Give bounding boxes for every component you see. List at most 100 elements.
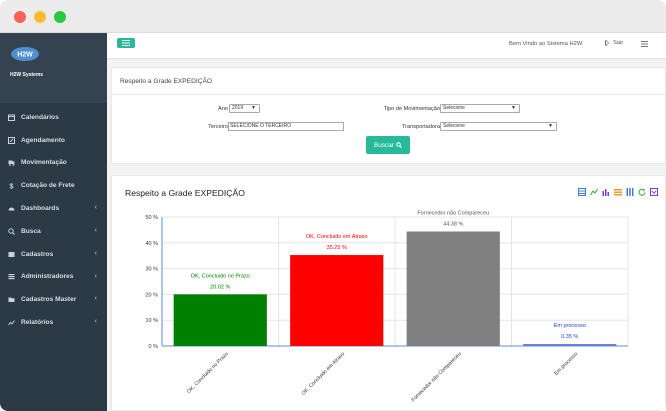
y-tick-label: 40 %	[145, 241, 158, 247]
chevron-down-icon: ▼	[251, 105, 256, 111]
sidebar-item-6[interactable]: Cadastros ‹	[0, 243, 107, 266]
buscar-button[interactable]: Buscar	[366, 136, 410, 154]
sidebar-item-label: Movimentação	[21, 159, 67, 167]
ano-select[interactable]: 2019 ▼	[229, 104, 260, 113]
data-label-value: 20.02 %	[210, 284, 230, 290]
truck-icon	[8, 160, 15, 167]
tipo-movimentacao-label: Tipo de Movimentação	[383, 106, 440, 112]
chevron-left-icon: ‹	[94, 249, 97, 257]
sidebar-item-7[interactable]: Administradores ‹	[0, 266, 107, 289]
y-tick-label: 50 %	[145, 215, 158, 221]
folder-icon	[8, 297, 15, 303]
terceiro-input[interactable]: SELECIONE O TERCEIRO	[228, 122, 344, 131]
transportadora-value: Selecione	[443, 123, 465, 129]
h2w-logo-icon: H2W	[11, 47, 39, 61]
filter-panel: Respeito a Grade EXPEDIÇÃO Ano 2019 ▼ Tip…	[111, 67, 666, 164]
terceiro-label: Terceiro	[208, 124, 228, 130]
bar	[173, 294, 267, 346]
menu-toggle-button[interactable]	[117, 38, 135, 48]
settings-icon[interactable]	[641, 41, 648, 47]
window-titlebar	[0, 0, 666, 33]
y-tick-label: 20 %	[145, 292, 158, 298]
dashboard-icon	[8, 207, 15, 211]
sidebar-item-2[interactable]: Movimentação	[0, 152, 107, 175]
sidebar-item-label: Cadastros Master	[21, 296, 77, 304]
sidebar-item-label: Relatórios	[21, 319, 54, 327]
minimize-window-button[interactable]	[34, 11, 46, 23]
tipo-movimentacao-value: Selecione	[443, 105, 465, 111]
svg-text:$: $	[10, 184, 14, 190]
y-tick-label: 10 %	[145, 318, 158, 324]
chevron-left-icon: ‹	[94, 204, 97, 212]
y-tick-label: 30 %	[145, 267, 158, 273]
app-window: H2W H2W Systems Calendários Agendamento Mo…	[0, 0, 666, 411]
search-icon	[396, 142, 402, 148]
sidebar-menu: Calendários Agendamento Movimentação $ Cotaç…	[0, 106, 107, 334]
bar	[523, 344, 617, 346]
chart-panel: Respeito a Grade EXPEDIÇÃO 0 % 10 % 20 % 30…	[111, 175, 666, 411]
data-label-name: OK, Concluido no Prazo	[191, 273, 250, 279]
sidebar-item-0[interactable]: Calendários	[0, 106, 107, 129]
x-tick-label: OK, Concluido no Prazo	[186, 351, 230, 395]
sidebar-item-1[interactable]: Agendamento	[0, 129, 107, 152]
sidebar-item-3[interactable]: $ Cotação de Frete	[0, 174, 107, 197]
x-tick-label: Fornecedor não Compareceu	[411, 351, 463, 403]
transportadora-select[interactable]: Selecione ▼	[440, 122, 557, 131]
chevron-left-icon: ‹	[94, 318, 97, 326]
divider	[112, 94, 666, 95]
bar	[406, 231, 500, 346]
data-label-value: 44.38 %	[443, 221, 463, 227]
data-label-value: 0.35 %	[561, 334, 578, 340]
search-icon	[8, 228, 15, 235]
menu-icon	[122, 40, 130, 46]
sidebar-item-5[interactable]: Busca ‹	[0, 220, 107, 243]
close-window-button[interactable]	[14, 11, 26, 23]
filter-panel-title: Respeito a Grade EXPEDIÇÃO	[120, 78, 212, 85]
brand-name: H2W Systems	[10, 72, 44, 78]
logout-label: Sair	[613, 40, 624, 46]
sidebar: H2W H2W Systems Calendários Agendamento Mo…	[0, 33, 107, 411]
ano-value: 2019	[232, 105, 244, 111]
sidebar-item-label: Calendários	[21, 113, 59, 121]
logout-icon	[605, 40, 610, 46]
chevron-left-icon: ‹	[94, 295, 97, 303]
sidebar-item-label: Cotação de Frete	[21, 182, 75, 190]
sidebar-item-label: Agendamento	[21, 136, 65, 144]
welcome-text: Bem Vindo ao Sistema H2W	[509, 41, 583, 47]
y-tick-label: 0 %	[149, 344, 159, 350]
sidebar-item-label: Cadastros	[21, 250, 54, 258]
svg-text:H2W: H2W	[17, 52, 33, 59]
x-tick-label: Em processo	[554, 351, 580, 377]
brand: H2W H2W Systems	[0, 33, 107, 103]
topbar: Bem Vindo ao Sistema H2W Sair	[107, 33, 666, 59]
dollar-icon: $	[10, 184, 14, 190]
edit-icon	[8, 136, 15, 144]
sidebar-item-label: Dashboards	[21, 205, 60, 213]
list-icon	[8, 274, 15, 280]
bar	[290, 255, 384, 346]
data-label-name: Em processo	[554, 323, 586, 329]
bar-chart: 0 % 10 % 20 % 30 % 40 % 50 % 20.02 % OK, Conclu…	[145, 210, 629, 403]
sidebar-item-label: Administradores	[21, 273, 74, 281]
data-label-name: Fornecedor não Compareceu	[417, 210, 489, 216]
data-label-name: OK, Concluido em Atraso	[306, 234, 368, 240]
x-tick-label: OK, Concluido em Atraso	[301, 351, 347, 397]
chevron-left-icon: ‹	[94, 272, 97, 280]
users-icon	[8, 251, 15, 257]
chevron-down-icon: ▼	[548, 123, 553, 129]
tipo-movimentacao-select[interactable]: Selecione ▼	[440, 104, 520, 113]
ano-label: Ano	[218, 106, 228, 112]
buscar-label: Buscar	[374, 141, 394, 149]
sidebar-item-8[interactable]: Cadastros Master ‹	[0, 288, 107, 311]
chevron-down-icon: ▼	[511, 105, 516, 111]
sidebar-item-9[interactable]: Relatórios ‹	[0, 311, 107, 334]
sidebar-item-4[interactable]: Dashboards ‹	[0, 197, 107, 220]
calendar-icon	[8, 114, 15, 121]
logout-link[interactable]: Sair	[604, 40, 623, 46]
transportadora-label: Transportadora	[401, 124, 440, 130]
chart-icon	[8, 320, 15, 326]
sidebar-item-label: Busca	[21, 227, 41, 235]
chevron-left-icon: ‹	[94, 226, 97, 234]
maximize-window-button[interactable]	[54, 11, 66, 23]
data-label-value: 35.25 %	[327, 245, 347, 251]
